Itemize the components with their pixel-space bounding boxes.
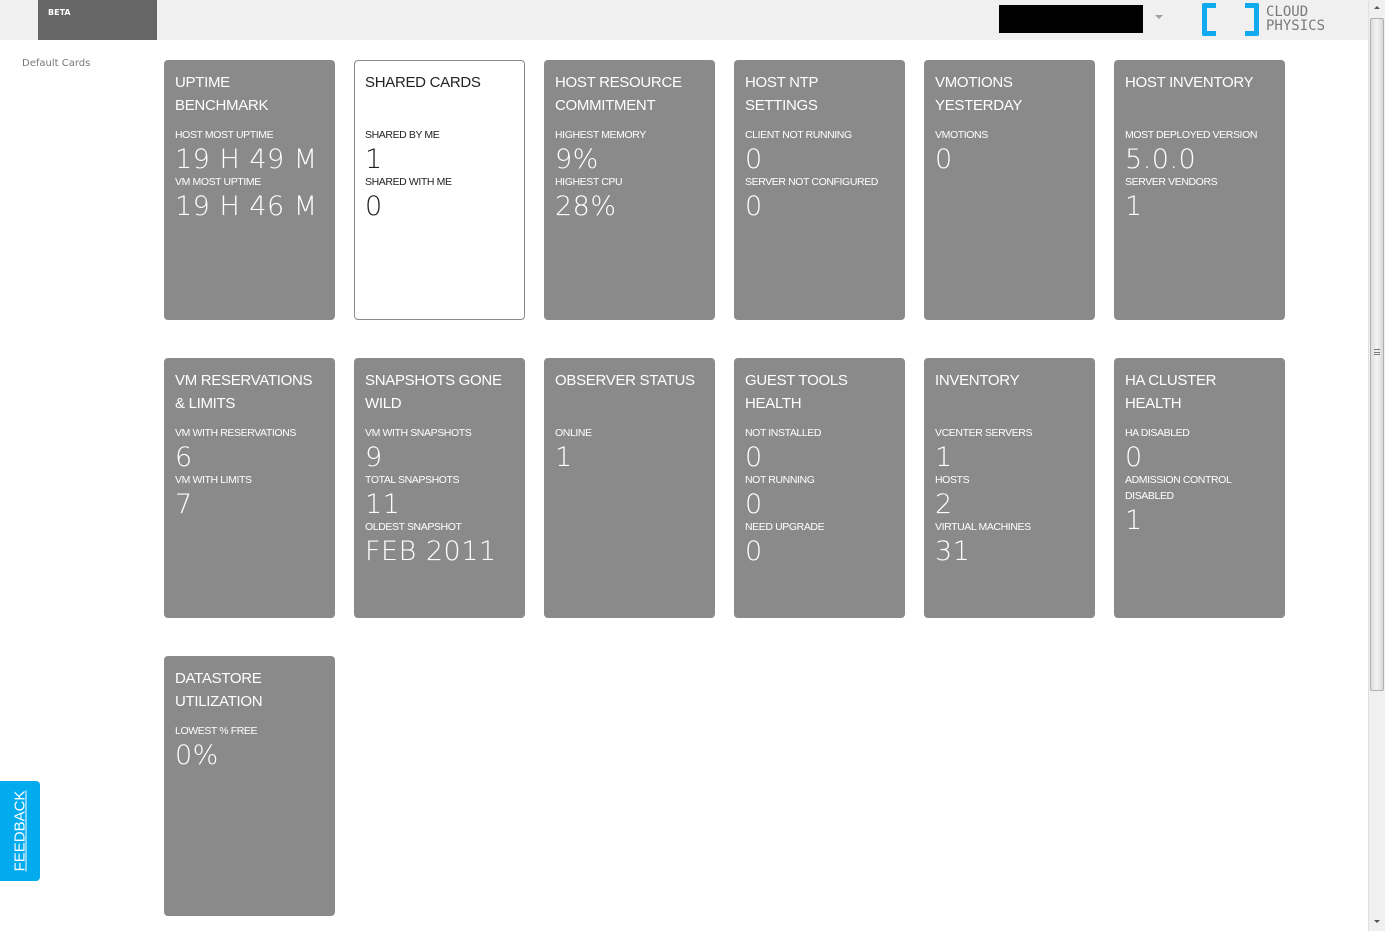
metric-value: 1 [1125, 505, 1143, 536]
cloudphysics-logo[interactable]: CLOUD PHYSICS [1202, 3, 1362, 37]
metric-label: ONLINE [555, 427, 592, 439]
metric-label: SERVER VENDORS [1125, 176, 1218, 188]
metric-label: SERVER NOT CONFIGURED [745, 176, 878, 188]
card-title: GUEST TOOLS HEALTH [745, 372, 848, 412]
metric-label: MOST DEPLOYED VERSION [1125, 129, 1258, 141]
top-bar: BETA CLOUD PHYSICS [0, 0, 1368, 40]
beta-badge: BETA [38, 0, 157, 40]
account-menu[interactable] [999, 5, 1143, 33]
metric-value: FEB 2011 [365, 536, 497, 567]
metric-value: 1 [1125, 191, 1143, 222]
dashboard-card[interactable]: SHARED CARDS SHARED BY ME 1 SHARED WITH ME 0 [354, 60, 525, 320]
chevron-down-icon[interactable] [1155, 15, 1163, 19]
metric-value: 1 [555, 442, 573, 473]
card-title: HA CLUSTER HEALTH [1125, 372, 1217, 412]
metric-value: 2 [935, 489, 953, 520]
card-title: HOST RESOURCE COMMITMENT [555, 74, 682, 114]
feedback-label: FEEDBACK [11, 790, 29, 872]
metric-value: 0 [935, 144, 953, 175]
metric-label: VCENTER SERVERS [935, 427, 1033, 439]
metric-value: 19 H 49 M [175, 144, 318, 175]
scroll-up-arrow-icon[interactable] [1374, 6, 1380, 9]
metric-label: VM WITH LIMITS [175, 474, 252, 486]
metric-label: OLDEST SNAPSHOT [365, 521, 462, 533]
card-title: SHARED CARDS [365, 74, 481, 91]
dashboard-card[interactable]: HA CLUSTER HEALTH HA DISABLED 0 ADMISSION C… [1114, 358, 1285, 618]
metric-value: 6 [175, 442, 193, 473]
default-cards-link[interactable]: Default Cards [22, 58, 90, 69]
metric-value: 5.0.0 [1125, 144, 1197, 175]
metric-label: SHARED WITH ME [365, 176, 452, 188]
feedback-button[interactable]: FEEDBACK [0, 781, 40, 881]
metric-label: HA DISABLED [1125, 427, 1190, 439]
dashboard-card[interactable]: SNAPSHOTS GONE WILD VM WITH SNAPSHOTS 9 TOT… [354, 358, 525, 618]
scroll-thumb[interactable] [1370, 18, 1384, 691]
grip-icon [1374, 349, 1380, 355]
dashboard-card[interactable]: GUEST TOOLS HEALTH NOT INSTALLED 0 NOT RUNN… [734, 358, 905, 618]
card-title: OBSERVER STATUS [555, 372, 695, 389]
metric-label: TOTAL SNAPSHOTS [365, 474, 460, 486]
metric-label: CLIENT NOT RUNNING [745, 129, 852, 141]
metric-value: 11 [365, 489, 401, 520]
dashboard-card[interactable]: DATASTORE UTILIZATION LOWEST % FREE 0% [164, 656, 335, 916]
metric-label: HIGHEST MEMORY [555, 129, 646, 141]
dashboard-card[interactable]: HOST INVENTORY MOST DEPLOYED VERSION 5.0.0… [1114, 60, 1285, 320]
metric-value: 0 [745, 442, 763, 473]
card-title: HOST INVENTORY [1125, 74, 1254, 91]
card-title: UPTIME BENCHMARK [175, 74, 269, 114]
metric-value: 0 [745, 489, 763, 520]
metric-label: SHARED BY ME [365, 129, 440, 141]
vertical-scrollbar[interactable] [1368, 0, 1385, 931]
metric-label: VM WITH RESERVATIONS [175, 427, 296, 439]
dashboard-card[interactable]: OBSERVER STATUS ONLINE 1 [544, 358, 715, 618]
metric-label: HOST MOST UPTIME [175, 129, 274, 141]
scroll-down-arrow-icon[interactable] [1374, 920, 1380, 923]
metric-value: 31 [935, 536, 971, 567]
dashboard-card[interactable]: VMOTIONS YESTERDAY VMOTIONS 0 [924, 60, 1095, 320]
card-title: VMOTIONS YESTERDAY [935, 74, 1023, 114]
metric-label: HOSTS [935, 474, 970, 486]
logo-bracket-left-icon [1202, 3, 1216, 36]
metric-label: VMOTIONS [935, 129, 988, 141]
metric-label: VM MOST UPTIME [175, 176, 261, 188]
metric-value: 7 [175, 489, 193, 520]
logo-line1: CLOUD [1266, 4, 1309, 20]
card-title: DATASTORE UTILIZATION [175, 670, 263, 710]
metric-value: 0 [365, 191, 383, 222]
dashboard-card[interactable]: UPTIME BENCHMARK HOST MOST UPTIME 19 H 49 … [164, 60, 335, 320]
metric-value: 0 [745, 536, 763, 567]
metric-label: NOT RUNNING [745, 474, 815, 486]
metric-value: 1 [935, 442, 953, 473]
metric-label: ADMISSION CONTROL DISABLED [1125, 474, 1231, 502]
dashboard-card[interactable]: HOST NTP SETTINGS CLIENT NOT RUNNING 0 SERV… [734, 60, 905, 320]
metric-value: 9% [555, 144, 599, 175]
card-title: HOST NTP SETTINGS [745, 74, 818, 114]
logo-text: CLOUD PHYSICS [1266, 5, 1325, 33]
metric-value: 19 H 46 M [175, 191, 318, 222]
logo-line2: PHYSICS [1266, 18, 1326, 34]
metric-label: HIGHEST CPU [555, 176, 623, 188]
metric-value: 0 [745, 144, 763, 175]
metric-label: LOWEST % FREE [175, 725, 258, 737]
metric-value: 0 [1125, 442, 1143, 473]
metric-label: VIRTUAL MACHINES [935, 521, 1031, 533]
metric-value: 0% [175, 740, 219, 771]
dashboard-card[interactable]: VM RESERVATIONS & LIMITS VM WITH RESERVAT… [164, 358, 335, 618]
metric-value: 9 [365, 442, 383, 473]
metric-value: 1 [365, 144, 383, 175]
metric-value: 0 [745, 191, 763, 222]
metric-label: NEED UPGRADE [745, 521, 825, 533]
dashboard-card[interactable]: INVENTORY VCENTER SERVERS 1 HOSTS 2 VIRTUAL M… [924, 358, 1095, 618]
metric-label: NOT INSTALLED [745, 427, 822, 439]
card-title: SNAPSHOTS GONE WILD [365, 372, 502, 412]
card-title: VM RESERVATIONS & LIMITS [175, 372, 313, 412]
metric-value: 28% [555, 191, 617, 222]
metric-label: VM WITH SNAPSHOTS [365, 427, 472, 439]
logo-bracket-right-icon [1245, 3, 1259, 36]
card-title: INVENTORY [935, 372, 1020, 389]
dashboard-card[interactable]: HOST RESOURCE COMMITMENT HIGHEST MEMORY 9%… [544, 60, 715, 320]
